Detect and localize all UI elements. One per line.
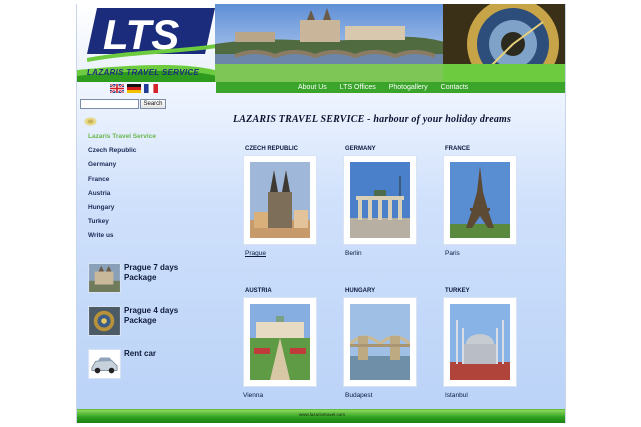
city-label: Istanbul bbox=[445, 392, 468, 399]
prague-7-thumb[interactable] bbox=[88, 263, 121, 293]
page-container: LTS LAZARIS TRAVEL SERVICE About Us LTS … bbox=[76, 4, 566, 423]
package-prague-7[interactable]: Prague 7 days Package bbox=[88, 263, 208, 293]
country-label: TURKEY bbox=[445, 288, 470, 294]
package-title[interactable]: Prague 7 days Package bbox=[124, 263, 208, 283]
city-label: Paris bbox=[445, 250, 460, 257]
stamp-istanbul[interactable] bbox=[444, 298, 516, 386]
footer-link[interactable]: www.lazarisrtravel.com bbox=[77, 410, 565, 419]
top-nav: About Us LTS Offices Photogallery Contac… bbox=[216, 82, 565, 93]
uk-flag-icon[interactable] bbox=[110, 84, 124, 93]
menu-item-lazaris[interactable]: Lazaris Travel Service bbox=[88, 130, 156, 144]
rent-car-thumb[interactable] bbox=[88, 349, 121, 379]
stamp-berlin[interactable] bbox=[344, 156, 416, 244]
lts-logo[interactable]: LTS bbox=[87, 6, 217, 66]
stamp-budapest[interactable] bbox=[344, 298, 416, 386]
country-label: GERMANY bbox=[345, 146, 376, 152]
vienna-image[interactable] bbox=[250, 304, 310, 380]
side-menu: Lazaris Travel Service Czech Republic Ge… bbox=[88, 130, 156, 244]
prague-image[interactable] bbox=[250, 162, 310, 238]
menu-item-hungary[interactable]: Hungary bbox=[88, 201, 156, 215]
city-label: Budapest bbox=[345, 392, 373, 399]
tagline: LAZARIS TRAVEL SERVICE bbox=[87, 68, 200, 77]
country-label: AUSTRIA bbox=[245, 288, 272, 294]
country-label: FRANCE bbox=[445, 146, 470, 152]
menu-item-czech-republic[interactable]: Czech Republic bbox=[88, 144, 156, 158]
german-flag-icon[interactable] bbox=[127, 84, 141, 93]
menu-item-germany[interactable]: Germany bbox=[88, 158, 156, 172]
prague-4-thumb[interactable] bbox=[88, 306, 121, 336]
nav-photogallery[interactable]: Photogallery bbox=[389, 82, 428, 93]
stamp-prague[interactable] bbox=[244, 156, 316, 244]
home-icon[interactable] bbox=[84, 117, 97, 126]
stamp-paris[interactable] bbox=[444, 156, 516, 244]
package-prague-4[interactable]: Prague 4 days Package bbox=[88, 306, 208, 336]
search-button[interactable]: Search bbox=[140, 99, 166, 109]
header: LTS LAZARIS TRAVEL SERVICE bbox=[77, 4, 565, 82]
nav-about-us[interactable]: About Us bbox=[298, 82, 327, 93]
nav-lts-offices[interactable]: LTS Offices bbox=[340, 82, 376, 93]
menu-item-austria[interactable]: Austria bbox=[88, 187, 156, 201]
language-flags bbox=[110, 84, 158, 93]
country-label: HUNGARY bbox=[345, 288, 376, 294]
country-label: CZECH REPUBLIC bbox=[245, 146, 299, 152]
city-label: Berlin bbox=[345, 250, 362, 257]
berlin-image[interactable] bbox=[350, 162, 410, 238]
stamp-vienna[interactable] bbox=[244, 298, 316, 386]
headline: LAZARIS TRAVEL SERVICE - harbour of your… bbox=[233, 114, 512, 125]
city-link[interactable]: Prague bbox=[245, 250, 266, 257]
menu-item-turkey[interactable]: Turkey bbox=[88, 215, 156, 229]
package-title[interactable]: Prague 4 days Package bbox=[124, 306, 208, 326]
package-title[interactable]: Rent car bbox=[124, 349, 208, 359]
french-flag-icon[interactable] bbox=[144, 84, 158, 93]
package-rent-car[interactable]: Rent car bbox=[88, 349, 208, 379]
footer: www.lazarisrtravel.com bbox=[77, 409, 565, 423]
istanbul-image[interactable] bbox=[450, 304, 510, 380]
city-label: Vienna bbox=[243, 392, 264, 399]
search-input[interactable] bbox=[80, 99, 139, 109]
nav-contacts[interactable]: Contacts bbox=[441, 82, 469, 93]
paris-image[interactable] bbox=[450, 162, 510, 238]
menu-item-france[interactable]: France bbox=[88, 173, 156, 187]
astronomical-clock-image bbox=[443, 4, 565, 82]
prague-skyline-image bbox=[215, 4, 445, 82]
menu-item-write-us[interactable]: Write us bbox=[88, 229, 156, 243]
budapest-image[interactable] bbox=[350, 304, 410, 380]
